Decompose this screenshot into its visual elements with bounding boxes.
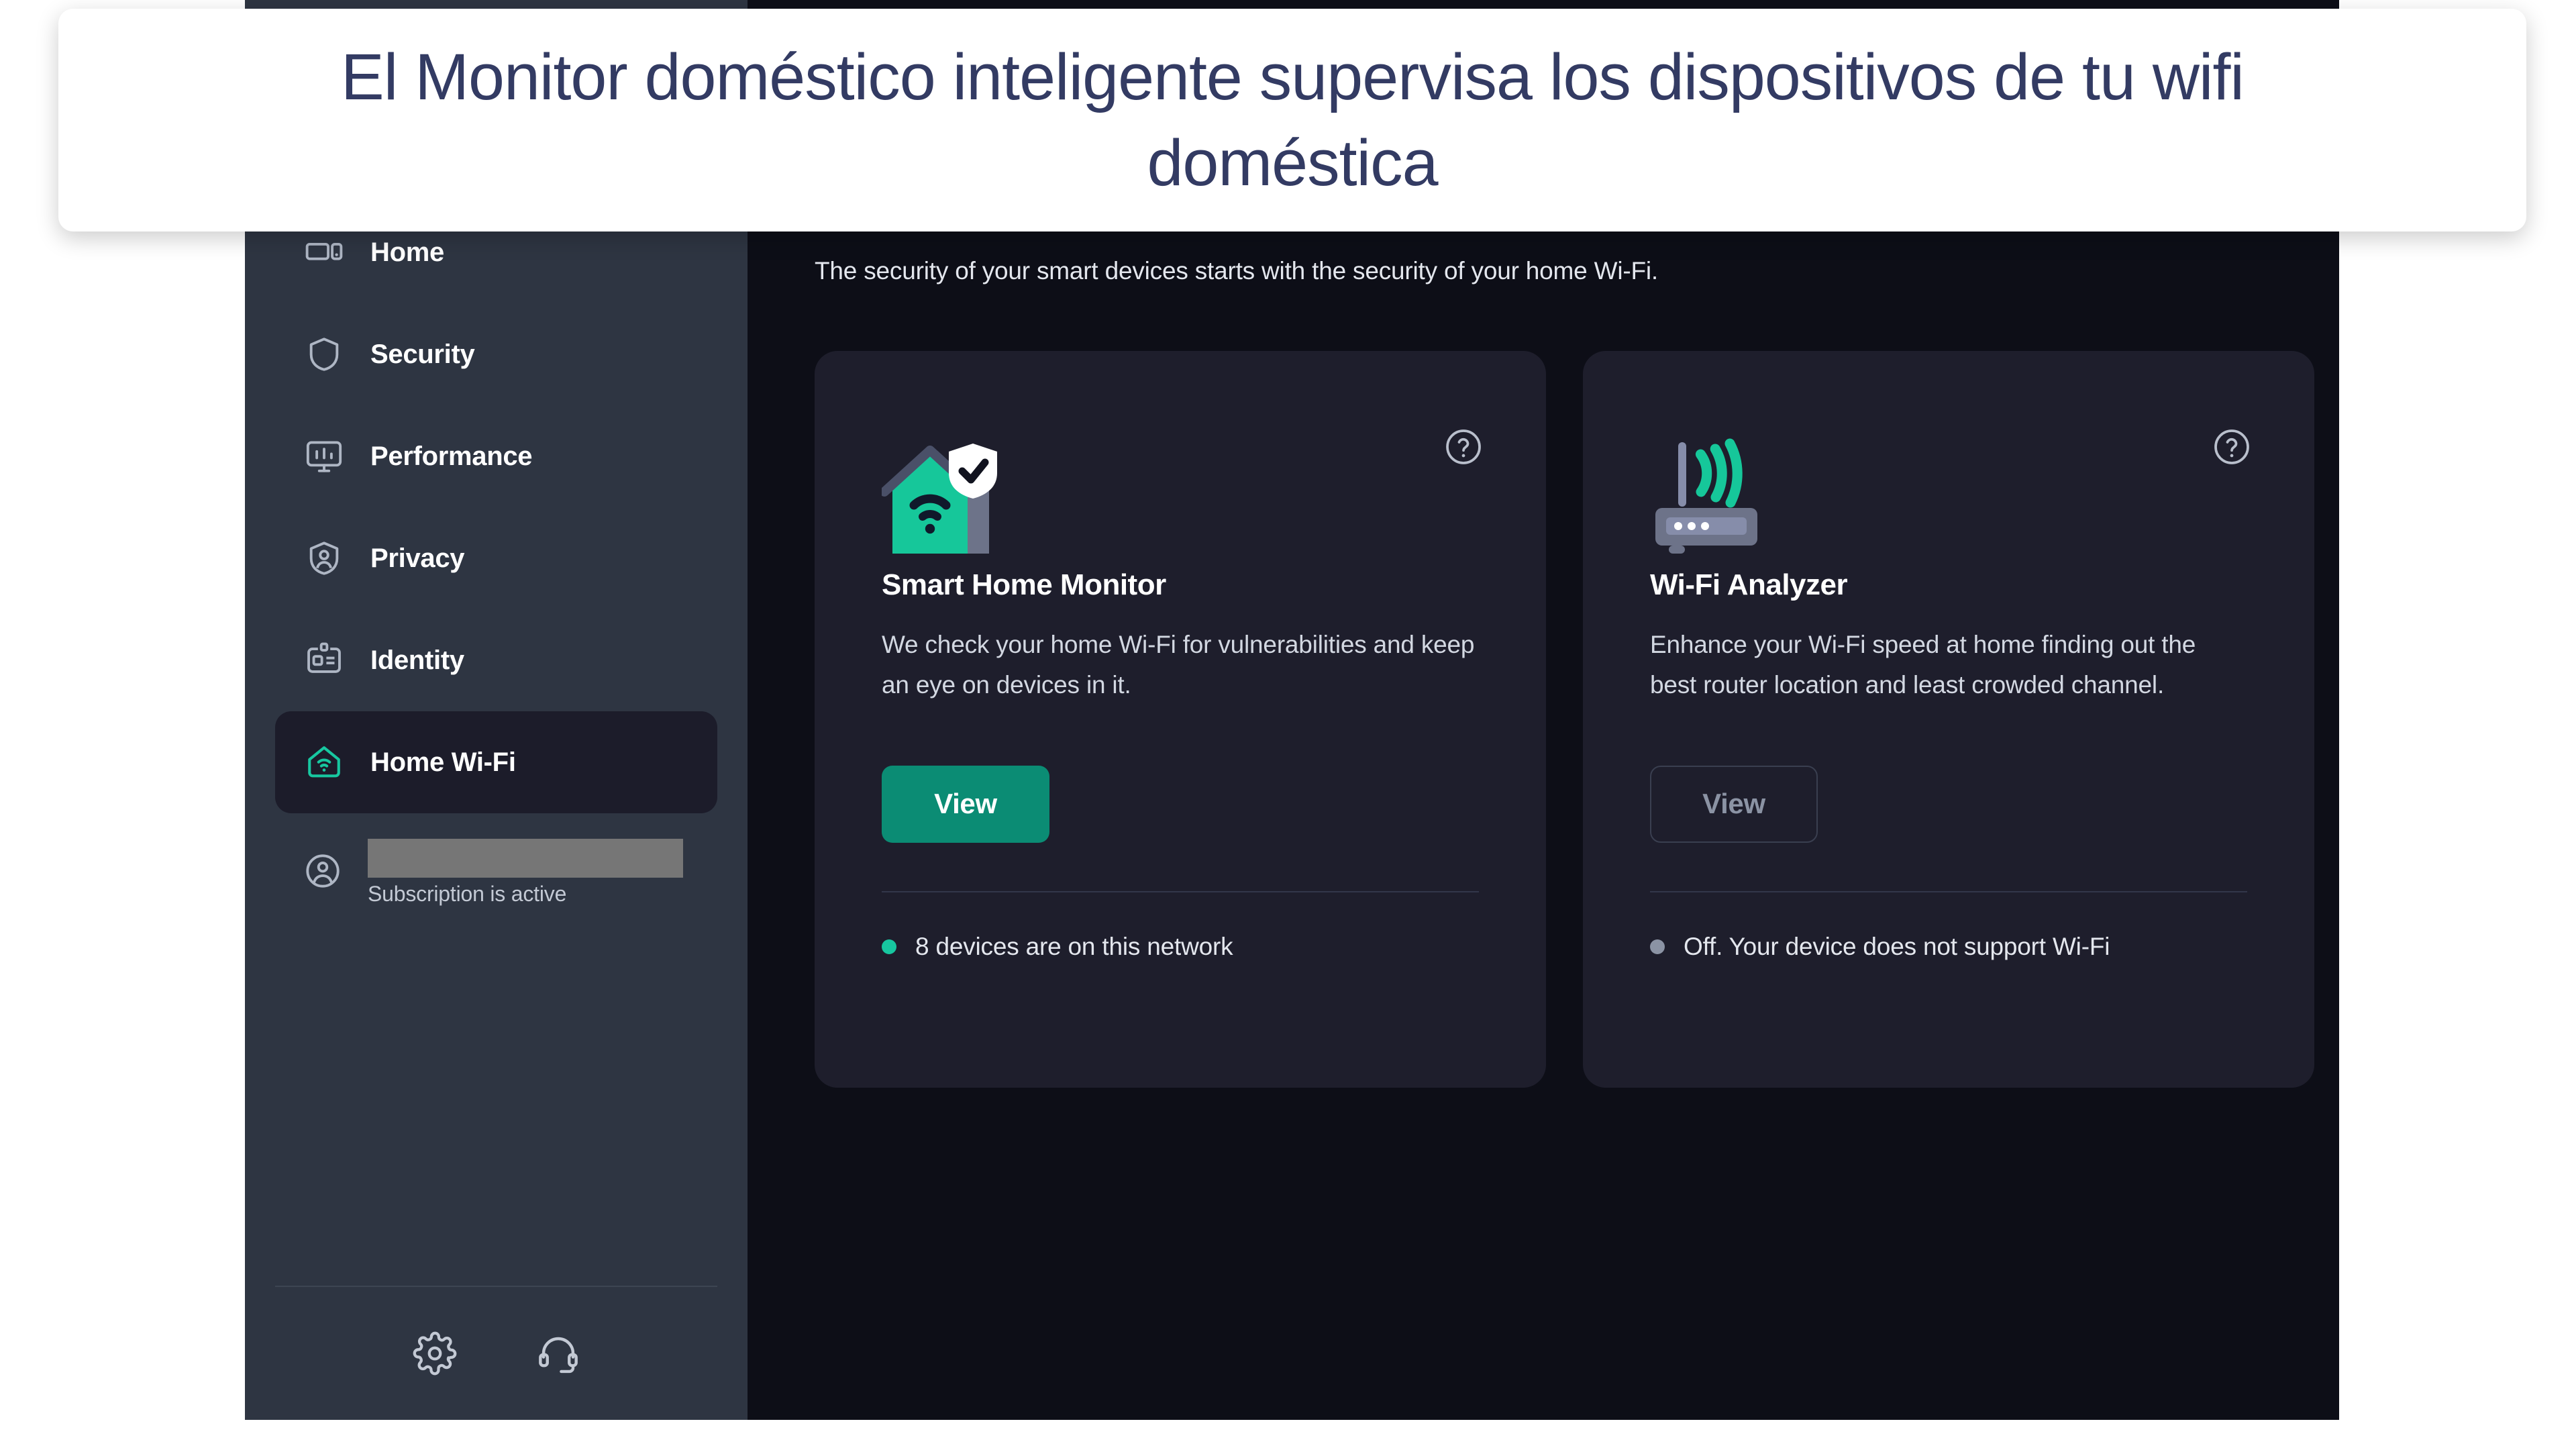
monitor-home-icon — [303, 231, 345, 273]
smart-home-monitor-card: Smart Home Monitor We check your home Wi… — [815, 351, 1546, 1088]
caption-title: El Monitor doméstico inteligente supervi… — [341, 40, 2245, 199]
sidebar-item-label: Performance — [370, 441, 533, 471]
sidebar-item-label: Home Wi-Fi — [370, 747, 516, 777]
sidebar-item-home-wifi[interactable]: Home Wi-Fi — [275, 711, 717, 813]
screenshot-canvas: Home Security Performance Privacy Identi… — [0, 0, 2576, 1442]
question-circle-icon[interactable] — [1443, 427, 1484, 467]
id-badge-icon — [303, 639, 345, 681]
wifi-analyzer-card: Wi-Fi Analyzer Enhance your Wi-Fi speed … — [1583, 351, 2314, 1088]
sidebar-item-label: Home — [370, 237, 444, 267]
home-wifi-icon — [303, 741, 345, 783]
card-description: Enhance your Wi-Fi speed at home finding… — [1650, 631, 2196, 699]
status-dot-off — [1650, 939, 1665, 954]
sidebar-item-security[interactable]: Security — [275, 303, 717, 405]
account-row[interactable]: Subscription is active — [275, 825, 717, 919]
status-label: Off. Your device does not support Wi-Fi — [1684, 932, 2110, 960]
privacy-icon — [303, 537, 345, 579]
subscription-status: Subscription is active — [368, 881, 567, 906]
feature-card-grid: Smart Home Monitor We check your home Wi… — [815, 351, 2314, 1088]
sidebar-item-performance[interactable]: Performance — [275, 405, 717, 507]
account-avatar-icon — [303, 852, 345, 893]
card-description: We check your home Wi-Fi for vulnerabili… — [882, 631, 1475, 699]
card-title: Wi-Fi Analyzer — [1650, 568, 1848, 601]
card-divider — [1650, 890, 2247, 892]
sidebar-item-privacy[interactable]: Privacy — [275, 507, 717, 609]
wifi-analyzer-status: Off. Your device does not support Wi-Fi — [1650, 933, 2247, 961]
main-subtitle: The security of your smart devices start… — [815, 257, 1658, 285]
house-wifi-shield-check-icon — [882, 426, 1479, 560]
smart-home-monitor-status: 8 devices are on this network — [882, 933, 1479, 961]
router-signal-icon — [1650, 426, 2247, 560]
card-title: Smart Home Monitor — [882, 568, 1166, 601]
account-name-redaction — [368, 838, 683, 878]
gear-icon[interactable] — [413, 1331, 457, 1376]
shield-icon — [303, 333, 345, 375]
sidebar-footer — [275, 1286, 717, 1420]
caption-overlay: El Monitor doméstico inteligente supervi… — [58, 9, 2526, 231]
sidebar-item-label: Privacy — [370, 543, 465, 573]
account-details: Subscription is active — [368, 838, 683, 907]
question-circle-icon[interactable] — [2212, 427, 2252, 467]
sidebar-item-label: Identity — [370, 645, 464, 675]
wifi-analyzer-view-button[interactable]: View — [1650, 765, 1818, 843]
smart-home-monitor-view-button[interactable]: View — [882, 765, 1049, 843]
status-label: 8 devices are on this network — [915, 932, 1233, 960]
status-dot-active — [882, 939, 896, 954]
sidebar-item-identity[interactable]: Identity — [275, 609, 717, 711]
headset-icon[interactable] — [536, 1331, 580, 1376]
card-divider — [882, 890, 1479, 892]
performance-icon — [303, 435, 345, 477]
sidebar-item-label: Security — [370, 339, 475, 369]
